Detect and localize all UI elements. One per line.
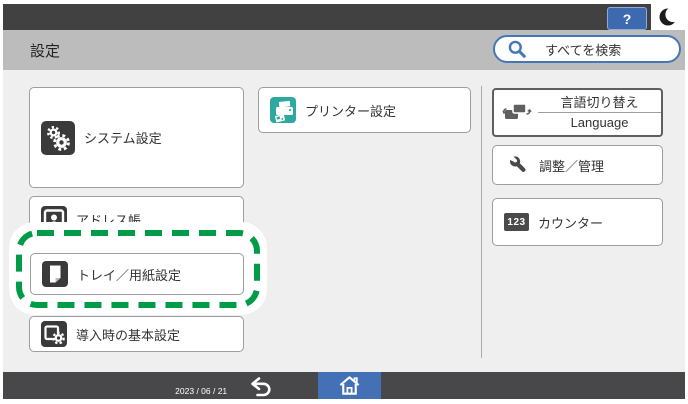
home-icon [339, 376, 360, 395]
home-button[interactable] [318, 372, 381, 399]
wrench-icon [504, 154, 530, 176]
system-settings-button[interactable]: システム設定 [29, 87, 244, 188]
back-button[interactable] [239, 372, 283, 399]
button-label: トレイ／用紙設定 [77, 267, 182, 283]
tray-paper-settings-button[interactable]: トレイ／用紙設定 [30, 253, 244, 295]
page-title: 設定 [30, 42, 61, 60]
main-area: システム設定 アドレス帳 トレイ／用紙設定 導入時の基本設定 プリンター設定 言… [3, 70, 685, 372]
button-label: プリンター設定 [305, 103, 397, 119]
moon-icon [659, 6, 681, 25]
language-switch-button[interactable]: 言語切り替え Language [492, 88, 663, 137]
label-divider [538, 112, 661, 113]
printer-settings-button[interactable]: プリンター設定 [258, 87, 471, 133]
language-switch-icon [502, 98, 532, 127]
energy-saver-button[interactable] [651, 1, 686, 32]
back-arrow-icon [251, 376, 271, 396]
initial-setup-button[interactable]: 導入時の基本設定 [29, 316, 244, 352]
footer-bar: 2023 / 06 / 21 07 : 40 [3, 372, 685, 399]
button-label: 導入時の基本設定 [76, 327, 181, 343]
search-icon [508, 40, 526, 58]
search-all-button[interactable]: すべてを検索 [493, 35, 681, 63]
header: 設定 すべてを検索 [3, 30, 685, 70]
top-system-bar: ? [3, 1, 686, 32]
gears-icon [41, 120, 75, 155]
date-time: 2023 / 06 / 21 07 : 40 [175, 385, 228, 396]
setup-gear-icon [41, 321, 67, 347]
search-label: すべてを検索 [545, 42, 622, 58]
paper-icon [42, 261, 68, 287]
button-sublabel: Language [570, 115, 629, 130]
counter-button[interactable]: 123 カウンター [492, 198, 663, 246]
button-label: カウンター [538, 215, 604, 231]
button-label: 言語切り替え [560, 95, 639, 110]
adjustment-management-button[interactable]: 調整／管理 [492, 145, 663, 185]
button-label: 調整／管理 [539, 158, 605, 174]
printer-icon [270, 97, 296, 123]
help-button[interactable]: ? [607, 7, 647, 30]
settings-screen: ? 設定 すべてを検索 システム設定 アドレス帳 トレイ／用紙設定 導入時の基本… [0, 0, 688, 404]
counter-123-icon: 123 [504, 213, 529, 231]
button-label: システム設定 [84, 131, 162, 146]
column-divider [481, 86, 482, 358]
